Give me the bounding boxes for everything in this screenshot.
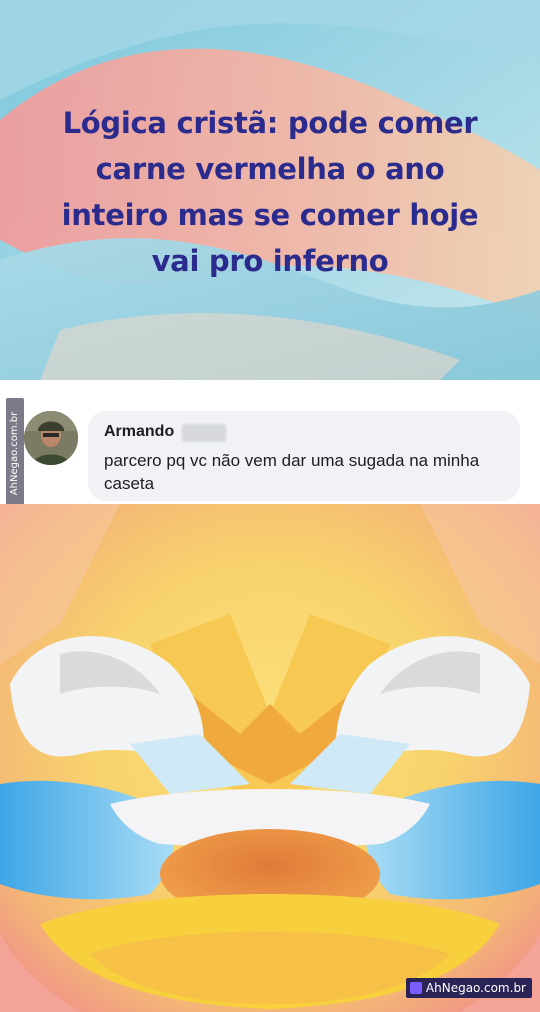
user-avatar-icon bbox=[24, 411, 78, 465]
side-watermark-text: AhNegao.com.br bbox=[9, 411, 21, 495]
commenter-avatar[interactable] bbox=[24, 411, 78, 465]
caption-line: carne vermelha o ano bbox=[95, 152, 445, 186]
blurred-surname bbox=[182, 424, 226, 442]
bottom-watermark-text: AhNegao.com.br bbox=[425, 981, 526, 995]
caption-line: Lógica cristã: pode comer bbox=[62, 106, 478, 140]
comment-author[interactable]: Armando bbox=[104, 423, 174, 441]
ahnegao-logo-icon bbox=[409, 982, 422, 994]
comment-bubble: Armando parcero pq vc não vem dar uma su… bbox=[88, 411, 520, 501]
comment-text: parcero pq vc não vem dar uma sugada na … bbox=[104, 451, 480, 493]
distorted-emoji-illustration bbox=[0, 504, 540, 1012]
meme-text-image: Lógica cristã: pode comer carne vermelha… bbox=[0, 0, 540, 380]
bottom-watermark: AhNegao.com.br bbox=[405, 978, 532, 998]
meme-caption: Lógica cristã: pode comer carne vermelha… bbox=[40, 100, 500, 284]
side-watermark: AhNegao.com.br bbox=[6, 398, 24, 508]
crying-laughing-emoji-image: AhNegao.com.br bbox=[0, 504, 540, 1012]
caption-line: vai pro inferno bbox=[151, 244, 389, 278]
caption-line: inteiro mas se comer hoje bbox=[61, 198, 479, 232]
